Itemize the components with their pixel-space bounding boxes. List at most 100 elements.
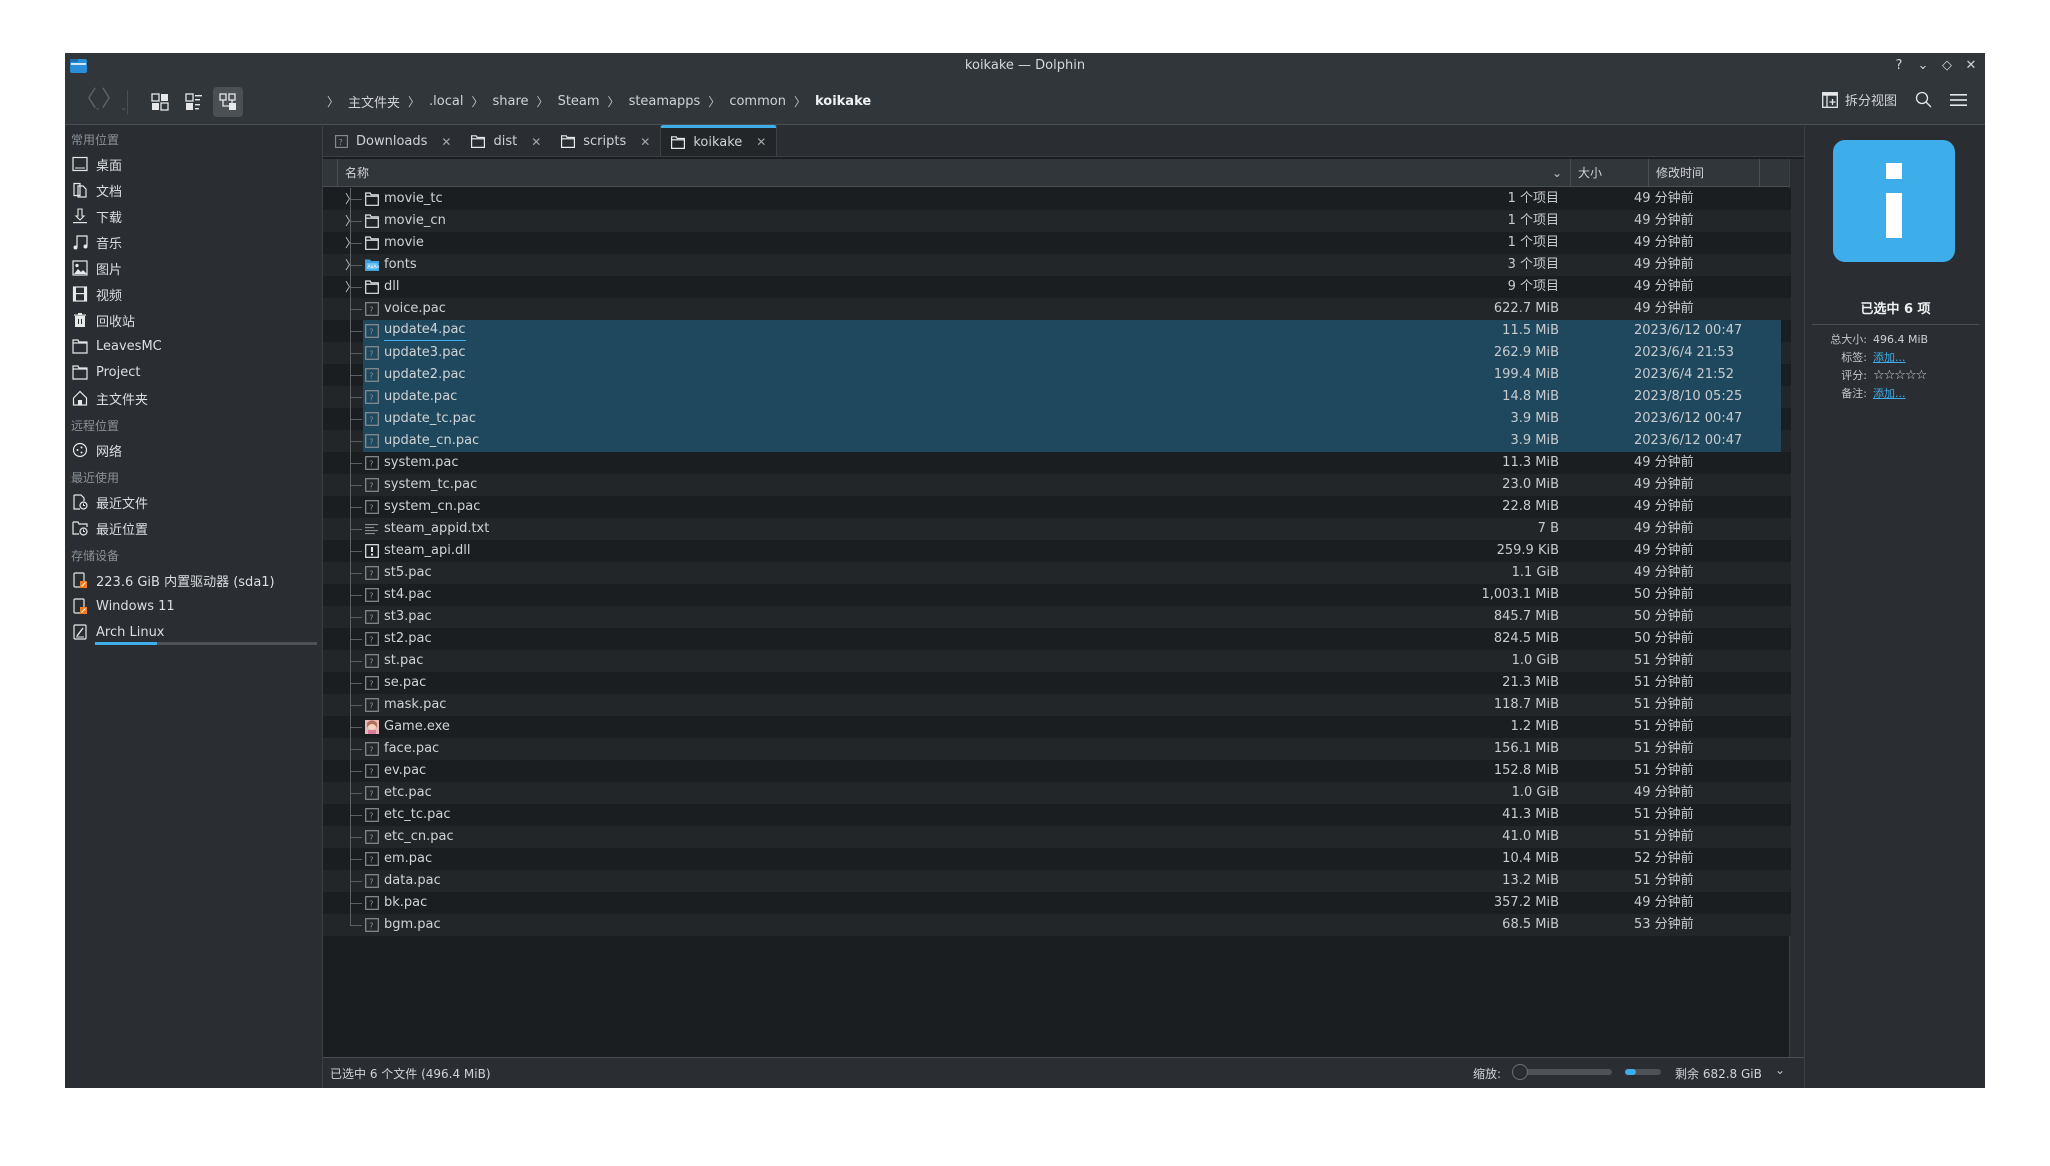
back-button[interactable]: 〈 ⌄ (73, 88, 101, 114)
tab-close-icon[interactable]: ✕ (756, 135, 766, 149)
file-row[interactable]: 〉 movie_cn 1 个项目 49 分钟前 (323, 210, 1791, 232)
breadcrumb-separator[interactable]: 〉 (794, 93, 806, 110)
file-row[interactable]: steam_api.dll 259.9 KiB 49 分钟前 (323, 540, 1791, 562)
file-row[interactable]: ? etc_cn.pac 41.0 MiB 51 分钟前 (323, 826, 1791, 848)
file-row[interactable]: ? face.pac 156.1 MiB 51 分钟前 (323, 738, 1791, 760)
expand-chevron-icon[interactable]: 〉 (345, 234, 357, 252)
file-row[interactable]: ? update4.pac 11.5 MiB 2023/6/12 00:47 (323, 320, 1791, 342)
file-row[interactable]: ? bk.pac 357.2 MiB 49 分钟前 (323, 892, 1791, 914)
expand-chevron-icon[interactable]: 〉 (345, 190, 357, 208)
file-row[interactable]: ? system_tc.pac 23.0 MiB 49 分钟前 (323, 474, 1791, 496)
icons-view-button[interactable] (145, 87, 175, 117)
breadcrumb-separator[interactable]: 〉 (471, 93, 483, 110)
hamburger-menu-icon[interactable] (1950, 93, 1967, 107)
sort-chevron-icon[interactable]: ⌄ (1552, 159, 1562, 187)
file-row[interactable]: ? bgm.pac 68.5 MiB 53 分钟前 (323, 914, 1791, 936)
column-modified[interactable]: 修改时间 (1648, 159, 1760, 187)
file-row[interactable]: ? st2.pac 824.5 MiB 50 分钟前 (323, 628, 1791, 650)
sidebar-item-place-0-5[interactable]: 视频 (65, 281, 322, 307)
expand-chevron-icon[interactable]: 〉 (345, 278, 357, 296)
column-size[interactable]: 大小 (1570, 159, 1648, 187)
breadcrumb-separator[interactable]: 〉 (408, 93, 420, 110)
maximize-icon[interactable]: ◇ (1939, 56, 1955, 76)
tab-close-icon[interactable]: ✕ (441, 135, 451, 149)
add-link[interactable]: 添加... (1873, 385, 1906, 403)
sidebar-item-project[interactable]: Project (65, 359, 322, 385)
help-icon[interactable]: ? (1891, 56, 1907, 76)
file-row[interactable]: ? etc_tc.pac 41.3 MiB 51 分钟前 (323, 804, 1791, 826)
sidebar-item-place-0-0[interactable]: 桌面 (65, 151, 322, 177)
tab-close-icon[interactable]: ✕ (531, 135, 541, 149)
breadcrumb-separator[interactable]: 〉 (708, 93, 720, 110)
space-info-chevron-icon[interactable]: ⌄ (1775, 1063, 1785, 1077)
rating-stars[interactable]: ☆☆☆☆☆ (1873, 367, 1927, 385)
file-row[interactable]: ? st5.pac 1.1 GiB 49 分钟前 (323, 562, 1791, 584)
column-name[interactable]: 名称 ⌄ (337, 159, 1570, 187)
file-row[interactable]: ? update2.pac 199.4 MiB 2023/6/4 21:52 (323, 364, 1791, 386)
file-row[interactable]: ? se.pac 21.3 MiB 51 分钟前 (323, 672, 1791, 694)
breadcrumb-current[interactable]: koikake (815, 94, 871, 109)
breadcrumb-share[interactable]: share (493, 94, 529, 109)
breadcrumb-steam[interactable]: Steam (558, 94, 600, 109)
sidebar-item-place-0-4[interactable]: 图片 (65, 255, 322, 281)
file-row[interactable]: steam_appid.txt 7 B 49 分钟前 (323, 518, 1791, 540)
minimize-icon[interactable]: ⌄ (1915, 56, 1931, 76)
tab-downloads[interactable]: ? Downloads ✕ (325, 127, 461, 156)
file-row[interactable]: ? st4.pac 1,003.1 MiB 50 分钟前 (323, 584, 1791, 606)
sidebar-item-place-0-6[interactable]: 回收站 (65, 307, 322, 333)
tab-koikake[interactable]: koikake ✕ (660, 125, 778, 156)
file-row[interactable]: ? update.pac 14.8 MiB 2023/8/10 05:25 (323, 386, 1791, 408)
file-row[interactable]: 〉 AaAa fonts 3 个项目 49 分钟前 (323, 254, 1791, 276)
search-icon[interactable] (1915, 91, 1932, 108)
sidebar-item-place-0-3[interactable]: 音乐 (65, 229, 322, 255)
file-row[interactable]: Game.exe 1.2 MiB 51 分钟前 (323, 716, 1791, 738)
close-icon[interactable]: ✕ (1963, 56, 1979, 76)
breadcrumb-common[interactable]: common (729, 94, 786, 109)
file-row[interactable]: ? em.pac 10.4 MiB 52 分钟前 (323, 848, 1791, 870)
file-row[interactable]: 〉 movie_tc 1 个项目 49 分钟前 (323, 188, 1791, 210)
breadcrumb-separator[interactable]: 〉 (608, 93, 620, 110)
file-row[interactable]: ? update_tc.pac 3.9 MiB 2023/6/12 00:47 (323, 408, 1791, 430)
breadcrumb-home[interactable]: 主文件夹 (348, 92, 400, 111)
file-row[interactable]: ? voice.pac 622.7 MiB 49 分钟前 (323, 298, 1791, 320)
sidebar-item-place-0-1[interactable]: 文档 (65, 177, 322, 203)
sidebar-item-place-2-1[interactable]: 最近位置 (65, 515, 322, 541)
tab-close-icon[interactable]: ✕ (640, 135, 650, 149)
file-row[interactable]: ? ev.pac 152.8 MiB 51 分钟前 (323, 760, 1791, 782)
file-row[interactable]: 〉 movie 1 个项目 49 分钟前 (323, 232, 1791, 254)
file-row[interactable]: ? update3.pac 262.9 MiB 2023/6/4 21:53 (323, 342, 1791, 364)
file-row[interactable]: 〉 dll 9 个项目 49 分钟前 (323, 276, 1791, 298)
file-row[interactable]: ? st3.pac 845.7 MiB 50 分钟前 (323, 606, 1791, 628)
sidebar-item-place-1-0[interactable]: 网络 (65, 437, 322, 463)
file-row[interactable]: ? update_cn.pac 3.9 MiB 2023/6/12 00:47 (323, 430, 1791, 452)
sidebar-item-place-0-9[interactable]: 主文件夹 (65, 385, 322, 411)
tab-scripts[interactable]: scripts ✕ (551, 127, 660, 156)
free-space-text[interactable]: 剩余 682.8 GiB (1675, 1065, 1762, 1082)
breadcrumb-steamapps[interactable]: steamapps (629, 94, 701, 109)
add-link[interactable]: 添加... (1873, 349, 1906, 367)
zoom-slider-handle[interactable] (1512, 1064, 1528, 1080)
breadcrumb-separator[interactable]: 〉 (537, 93, 549, 110)
sidebar-item-leavesmc[interactable]: LeavesMC (65, 333, 322, 359)
sidebar-item-place-2-0[interactable]: 最近文件 (65, 489, 322, 515)
zoom-slider[interactable] (1512, 1064, 1612, 1080)
tab-dist[interactable]: dist ✕ (461, 127, 551, 156)
details-view-button[interactable] (213, 87, 243, 117)
file-row[interactable]: ? mask.pac 118.7 MiB 51 分钟前 (323, 694, 1791, 716)
file-row[interactable]: ? system_cn.pac 22.8 MiB 49 分钟前 (323, 496, 1791, 518)
expand-chevron-icon[interactable]: 〉 (345, 256, 357, 274)
file-row[interactable]: ? etc.pac 1.0 GiB 49 分钟前 (323, 782, 1791, 804)
breadcrumb-separator[interactable]: 〉 (327, 93, 339, 110)
vertical-scrollbar[interactable] (1789, 159, 1804, 1057)
sidebar-item-223-6-gib-sda1[interactable]: 223.6 GiB 内置驱动器 (sda1) (65, 567, 322, 593)
split-view-button[interactable]: 拆分视图 (1822, 90, 1897, 109)
forward-button[interactable]: 〉 ⌄ (99, 88, 127, 114)
sidebar-item-windows-11[interactable]: Windows 11 (65, 593, 322, 619)
file-row[interactable]: ? system.pac 11.3 MiB 49 分钟前 (323, 452, 1791, 474)
sidebar-item-place-0-2[interactable]: 下载 (65, 203, 322, 229)
compact-view-button[interactable] (179, 87, 209, 117)
file-row[interactable]: ? st.pac 1.0 GiB 51 分钟前 (323, 650, 1791, 672)
expand-chevron-icon[interactable]: 〉 (345, 212, 357, 230)
breadcrumb-local[interactable]: .local (429, 94, 463, 109)
file-row[interactable]: ? data.pac 13.2 MiB 51 分钟前 (323, 870, 1791, 892)
